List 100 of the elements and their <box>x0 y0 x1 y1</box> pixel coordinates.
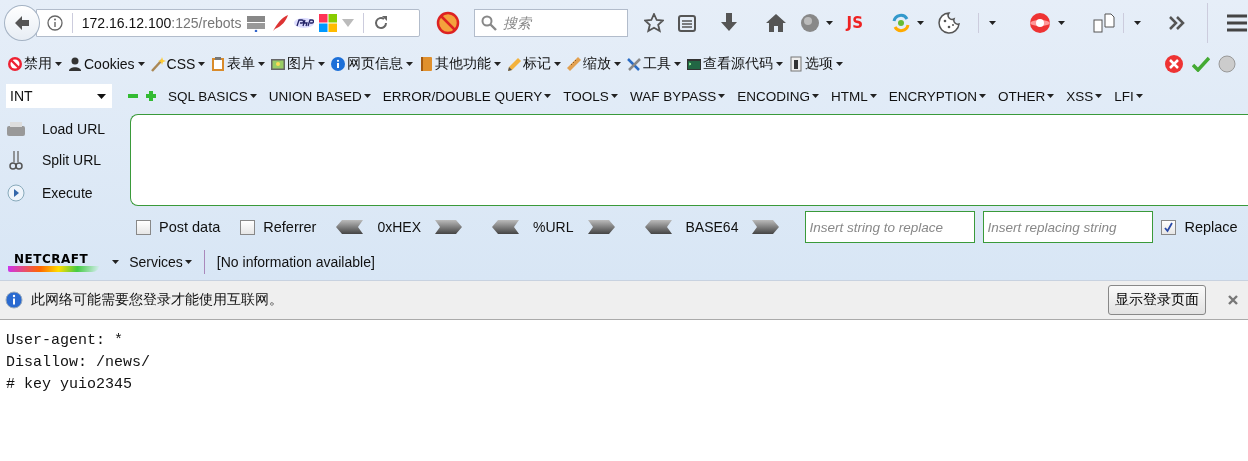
reload-icon[interactable] <box>373 15 390 31</box>
encoder-label: BASE64 <box>685 219 739 235</box>
star-icon[interactable] <box>643 13 664 33</box>
switch-icon <box>788 56 805 72</box>
encoding-select[interactable]: INT <box>6 84 112 108</box>
clipboard-icon <box>210 56 227 72</box>
ring-icon[interactable] <box>1028 11 1065 35</box>
scissors-icon <box>6 150 26 170</box>
pencil-icon <box>506 56 523 72</box>
tools-icon <box>626 56 643 72</box>
reading-list-icon[interactable] <box>677 14 696 32</box>
book-icon <box>418 56 435 72</box>
hackbar-menu[interactable]: ENCRYPTION <box>888 88 986 104</box>
toolbar-menu[interactable]: 查看源代码 <box>685 55 785 73</box>
caret-icon <box>989 21 996 25</box>
js-label[interactable]: JS <box>846 14 863 32</box>
services-menu[interactable]: Services <box>129 254 192 270</box>
swirl-icon[interactable] <box>891 13 924 33</box>
hackbar-menu[interactable]: HTML <box>830 88 877 104</box>
left-arrow-icon[interactable] <box>492 220 520 234</box>
right-arrow-icon[interactable] <box>752 220 780 234</box>
pages-icon[interactable] <box>1093 13 1141 33</box>
image-icon <box>270 56 287 72</box>
hackbar-menu[interactable]: XSS <box>1066 88 1103 104</box>
encoder-label: 0xHEX <box>377 219 422 235</box>
toolbar-menu[interactable]: 其他功能 <box>417 55 503 73</box>
check-icon <box>1192 56 1210 72</box>
caret-icon <box>1058 21 1065 25</box>
hackbar-menu[interactable]: ERROR/DOUBLE QUERY <box>382 88 552 104</box>
text-line: Disallow: /news/ <box>6 353 152 373</box>
download-icon[interactable] <box>719 13 738 33</box>
search-icon <box>480 15 497 31</box>
hackbar-menu[interactable]: OTHER <box>997 88 1055 104</box>
cookie-icon[interactable] <box>938 12 960 34</box>
toolbar-menu[interactable]: CSS <box>148 56 207 72</box>
url-text: 172.16.12.100:125/rebots <box>81 15 242 31</box>
close-icon <box>1228 295 1238 305</box>
site-info: [No information available] <box>216 254 375 270</box>
action-button[interactable]: Split URL <box>6 150 130 170</box>
back-button[interactable] <box>4 5 40 41</box>
text-line: # key yuio2345 <box>6 375 134 395</box>
left-arrow-icon[interactable] <box>644 220 672 234</box>
toolbar-menu[interactable]: 标记 <box>505 55 563 73</box>
chevrons-icon[interactable] <box>1169 16 1185 30</box>
replace-field[interactable]: Insert replacing string <box>983 211 1154 243</box>
ruler-icon <box>566 56 583 72</box>
checkbox[interactable]: Replace <box>1161 219 1238 235</box>
address-bar[interactable]: 172.16.12.100:125/rebots <box>35 9 420 37</box>
caret-icon <box>1134 21 1141 25</box>
check-icon <box>1163 221 1175 233</box>
person-icon <box>67 56 83 72</box>
wand-icon <box>149 56 166 72</box>
toolbar-menu[interactable]: 选项 <box>787 55 845 73</box>
caret-icon <box>917 21 924 25</box>
hackbar-menu[interactable]: WAF BYPASS <box>629 88 726 104</box>
find-field[interactable]: Insert string to replace <box>805 211 976 243</box>
terminal-icon <box>686 56 703 72</box>
left-arrow-icon[interactable] <box>336 220 364 234</box>
right-arrow-icon[interactable] <box>435 220 463 234</box>
action-button[interactable]: Execute <box>6 183 130 204</box>
info-icon <box>330 56 347 72</box>
home-icon[interactable] <box>765 14 786 32</box>
caret-icon <box>825 21 833 25</box>
info-icon <box>5 291 23 309</box>
text-line: User-agent: * <box>6 331 125 351</box>
toolbar-menu[interactable]: 缩放 <box>565 55 623 73</box>
hackbar-menu[interactable]: UNION BASED <box>268 88 371 104</box>
url-textarea[interactable] <box>130 114 1248 206</box>
caret-icon <box>112 260 120 264</box>
checkbox[interactable]: Referrer <box>240 219 317 235</box>
hackbar-menu[interactable]: TOOLS <box>563 88 618 104</box>
netcraft-logo[interactable]: NETCRAFT <box>8 252 101 272</box>
toolbar-menu[interactable]: 表单 <box>209 55 267 73</box>
globe-icon[interactable] <box>799 13 833 33</box>
checkbox[interactable]: Post data <box>136 219 221 235</box>
action-button[interactable]: Load URL <box>6 120 130 137</box>
php-icon[interactable] <box>294 15 315 31</box>
hackbar-menu[interactable]: LFI <box>1114 88 1143 104</box>
caret-icon <box>97 93 106 99</box>
toolbar-menu[interactable]: 网页信息 <box>329 55 415 73</box>
status-dot-icon <box>1218 55 1236 73</box>
error-icon <box>1164 54 1184 74</box>
toolbar-menu[interactable]: 工具 <box>625 55 683 73</box>
server-icon[interactable] <box>246 14 267 32</box>
toolbar-menu[interactable]: 禁用 <box>6 55 63 73</box>
feather-icon[interactable] <box>271 14 290 32</box>
toolbar-menu[interactable]: 图片 <box>269 55 327 73</box>
toolbar-menu[interactable]: Cookies <box>66 56 146 72</box>
hackbar-menu[interactable]: ENCODING <box>737 88 819 104</box>
caret-icon <box>184 260 192 264</box>
encoder-label: %URL <box>533 219 574 235</box>
hackbar-menu[interactable]: SQL BASICS <box>168 88 257 104</box>
blocked-icon[interactable] <box>435 11 460 35</box>
show-login-button[interactable]: 显示登录页面 <box>1108 285 1206 315</box>
search-field[interactable]: 搜索 <box>473 9 628 37</box>
menu-icon[interactable] <box>1226 14 1248 32</box>
right-arrow-icon[interactable] <box>587 220 615 234</box>
windows-icon[interactable] <box>319 14 338 32</box>
prohibited-icon <box>7 56 23 72</box>
info-icon[interactable] <box>46 15 63 31</box>
